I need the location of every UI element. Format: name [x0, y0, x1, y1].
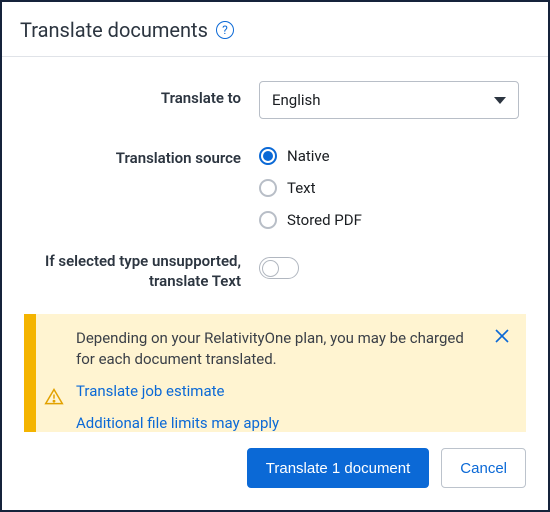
close-icon[interactable] — [492, 326, 512, 346]
radio-icon — [259, 211, 277, 229]
radio-stored-pdf[interactable]: Stored PDF — [259, 211, 526, 229]
additional-file-limits-link[interactable]: Additional file limits may apply — [76, 413, 486, 432]
radio-text[interactable]: Text — [259, 179, 526, 197]
translation-source-radios: Native Text Stored PDF — [259, 141, 526, 229]
translate-to-label: Translate to — [24, 81, 259, 107]
translate-to-value: English — [272, 91, 321, 109]
translate-button[interactable]: Translate 1 document — [247, 448, 430, 488]
modal-title: Translate documents — [20, 18, 208, 42]
translate-to-select[interactable]: English — [259, 81, 519, 119]
radio-icon — [259, 179, 277, 197]
fallback-toggle[interactable] — [259, 257, 299, 279]
modal-header: Translate documents ? — [2, 2, 548, 57]
row-translation-source: Translation source Native Text Stored PD… — [24, 141, 526, 229]
fallback-toggle-label: If selected type unsupported, translate … — [24, 251, 259, 292]
help-icon[interactable]: ? — [216, 21, 234, 39]
warning-triangle-icon — [44, 387, 64, 407]
radio-label: Stored PDF — [287, 211, 362, 229]
radio-icon — [259, 147, 277, 165]
fallback-toggle-control — [259, 251, 526, 279]
alert-stripe — [36, 314, 72, 433]
translation-source-label: Translation source — [24, 141, 259, 167]
radio-native[interactable]: Native — [259, 147, 526, 165]
cancel-button[interactable]: Cancel — [441, 448, 526, 488]
modal-footer: Translate 1 document Cancel — [2, 432, 548, 510]
modal-body: Translate to English Translation source … — [2, 57, 548, 432]
row-translate-to: Translate to English — [24, 81, 526, 119]
caret-down-icon — [494, 97, 506, 104]
translate-to-control: English — [259, 81, 526, 119]
translate-job-estimate-link[interactable]: Translate job estimate — [76, 381, 486, 403]
alert-content: Depending on your RelativityOne plan, yo… — [72, 314, 526, 433]
translate-documents-modal: Translate documents ? Translate to Engli… — [0, 0, 550, 512]
charge-warning-alert: Depending on your RelativityOne plan, yo… — [24, 314, 526, 433]
alert-message: Depending on your RelativityOne plan, yo… — [76, 328, 486, 372]
row-fallback-toggle: If selected type unsupported, translate … — [24, 251, 526, 292]
radio-label: Text — [287, 179, 316, 197]
radio-label: Native — [287, 147, 330, 165]
